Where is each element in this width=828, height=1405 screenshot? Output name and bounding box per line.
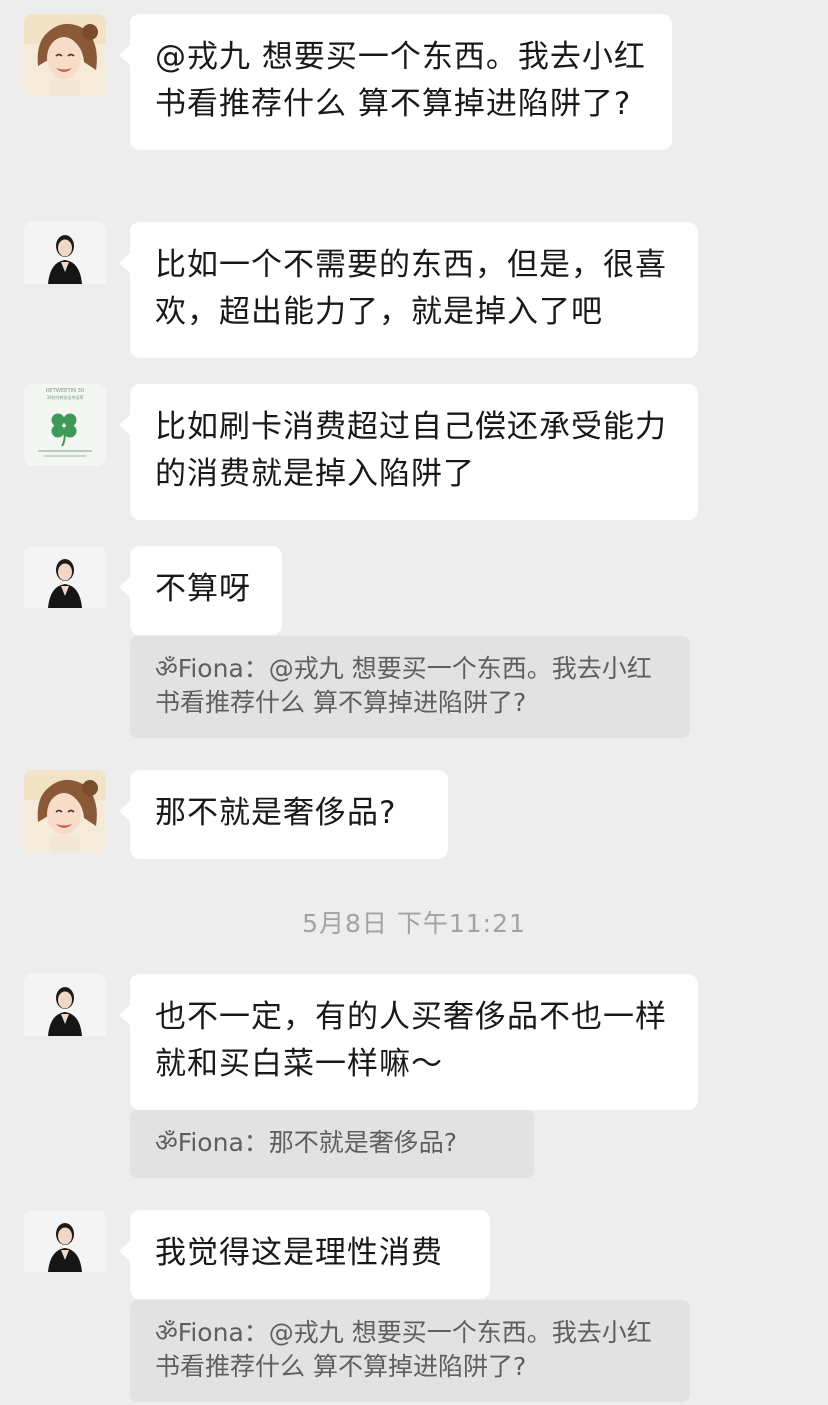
- quoted-message[interactable]: ॐFiona：那不就是奢侈品?: [130, 1110, 534, 1178]
- message-text: 那不就是奢侈品?: [155, 795, 397, 831]
- quote-text: ॐFiona：@戎九 想要买一个东西。我去小红书看推荐什么 算不算掉进陷阱了?: [155, 1318, 652, 1381]
- message-text: 比如刷卡消费超过自己偿还承受能力的消费就是掉入陷阱了: [155, 409, 667, 492]
- timestamp: 5月8日 下午11:21: [302, 909, 526, 938]
- message-bubble[interactable]: 比如刷卡消费超过自己偿还承受能力的消费就是掉入陷阱了: [119, 384, 698, 520]
- clover-card-subtitle: 30秒内转发出幸运草: [46, 394, 83, 400]
- quote-text: ॐFiona：那不就是奢侈品?: [155, 1128, 458, 1157]
- message-text: 比如一个不需要的东西，但是，很喜欢，超出能力了，就是掉入了吧: [155, 247, 667, 330]
- message-bubble[interactable]: 不算呀: [119, 546, 282, 635]
- avatar-woman-suit-icon[interactable]: [24, 222, 106, 304]
- message-text: 不算呀: [155, 571, 251, 607]
- message-bubble[interactable]: 比如一个不需要的东西，但是，很喜欢，超出能力了，就是掉入了吧: [119, 222, 698, 358]
- message-bubble[interactable]: 也不一定，有的人买奢侈品不也一样就和买白菜一样嘛～: [119, 974, 698, 1110]
- message-text: @戎九 想要买一个东西。我去小红书看推荐什么 算不算掉进陷阱了?: [155, 39, 646, 122]
- clover-card-title: RETWEETIN 30: [46, 388, 85, 394]
- quoted-message[interactable]: ॐFiona：@戎九 想要买一个东西。我去小红书看推荐什么 算不算掉进陷阱了?: [130, 636, 690, 738]
- message-bubble[interactable]: @戎九 想要买一个东西。我去小红书看推荐什么 算不算掉进陷阱了?: [119, 14, 672, 150]
- message-bubble[interactable]: 我觉得这是理性消费: [119, 1210, 490, 1299]
- message-bubble[interactable]: 那不就是奢侈品?: [119, 770, 448, 859]
- avatar-woman-suit-icon[interactable]: [24, 974, 106, 1056]
- avatar-woman-suit-icon[interactable]: [24, 1210, 106, 1292]
- avatar-clover-card-icon[interactable]: RETWEETIN 30 30秒内转发出幸运草: [24, 384, 106, 466]
- avatar-girl-icon[interactable]: [24, 14, 106, 96]
- message-text: 我觉得这是理性消费: [155, 1235, 443, 1271]
- quote-text: ॐFiona：@戎九 想要买一个东西。我去小红书看推荐什么 算不算掉进陷阱了?: [155, 654, 652, 717]
- quoted-message[interactable]: ॐFiona：@戎九 想要买一个东西。我去小红书看推荐什么 算不算掉进陷阱了?: [130, 1300, 690, 1402]
- avatar-girl-icon[interactable]: [24, 770, 106, 852]
- avatar-woman-suit-icon[interactable]: [24, 546, 106, 628]
- message-text: 也不一定，有的人买奢侈品不也一样就和买白菜一样嘛～: [155, 999, 667, 1082]
